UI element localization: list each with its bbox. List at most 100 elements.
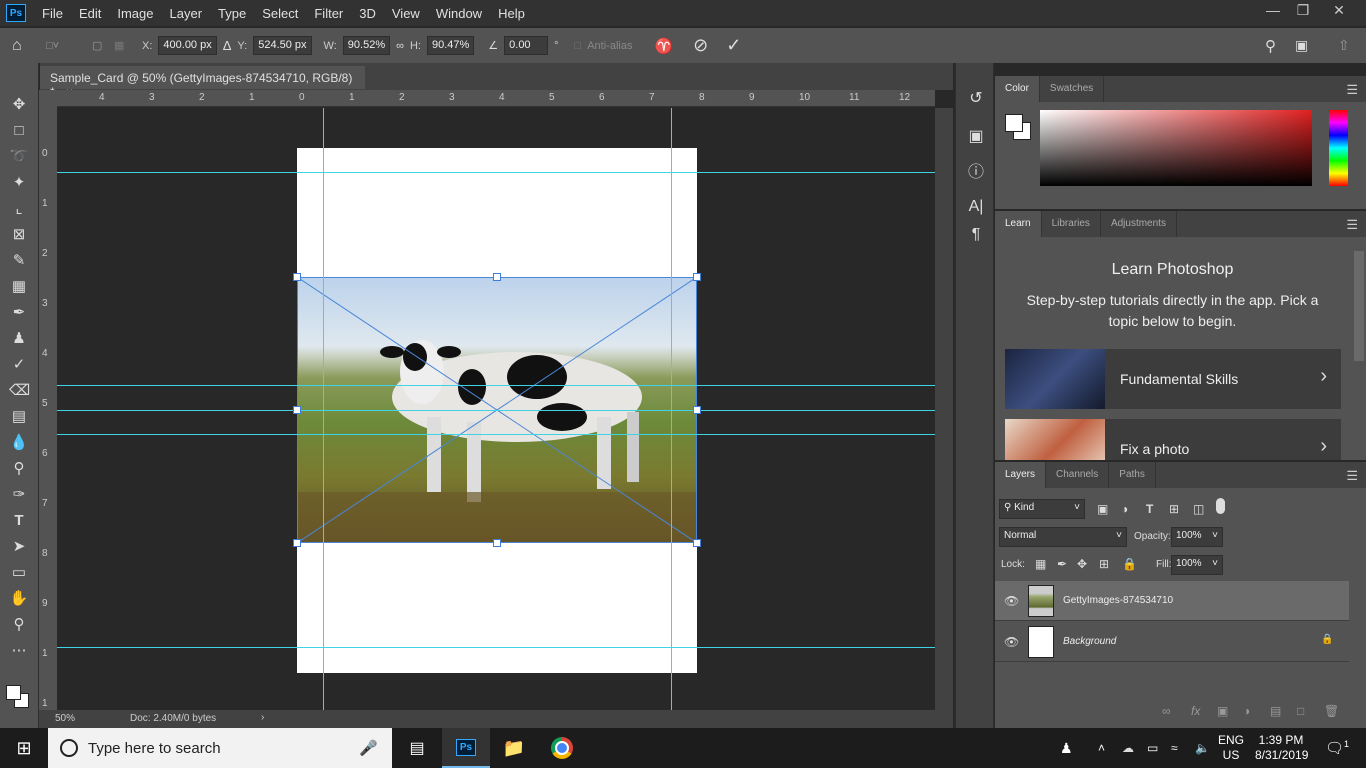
wifi-icon[interactable]: ≈: [1171, 741, 1178, 755]
eyedropper-tool-icon[interactable]: ✎: [9, 251, 29, 271]
commit-transform-icon[interactable]: ✓: [726, 35, 741, 56]
menu-file[interactable]: File: [34, 6, 71, 21]
antialias-checkbox[interactable]: □: [575, 40, 582, 52]
tab-channels[interactable]: Channels: [1046, 462, 1110, 488]
hue-slider[interactable]: [1329, 110, 1348, 186]
clone-stamp-tool-icon[interactable]: ♟: [9, 329, 29, 349]
foreground-color[interactable]: [1005, 114, 1023, 132]
status-expand-icon[interactable]: ›: [261, 712, 264, 723]
angle-field[interactable]: 0.00: [504, 36, 549, 55]
menu-help[interactable]: Help: [490, 6, 533, 21]
menu-select[interactable]: Select: [254, 6, 306, 21]
blur-tool-icon[interactable]: 💧: [9, 433, 29, 453]
language-indicator[interactable]: ENG US: [1218, 733, 1244, 763]
tab-adjustments[interactable]: Adjustments: [1101, 211, 1177, 237]
transform-handle[interactable]: [693, 406, 701, 414]
filter-type-icon[interactable]: T: [1146, 502, 1153, 516]
filter-toggle[interactable]: [1216, 498, 1225, 514]
guide[interactable]: [671, 108, 672, 710]
lasso-tool-icon[interactable]: ➰: [9, 147, 29, 167]
home-icon[interactable]: ⌂: [12, 37, 40, 55]
task-view-icon[interactable]: ▤: [392, 738, 442, 758]
microphone-icon[interactable]: 🎤: [359, 739, 378, 757]
guide[interactable]: [57, 647, 935, 648]
document-tab[interactable]: Sample_Card @ 50% (GettyImages-874534710…: [40, 66, 365, 99]
guide[interactable]: [57, 410, 935, 411]
crop-tool-icon[interactable]: ⌞: [9, 199, 29, 219]
gradient-tool-icon[interactable]: ▤: [9, 407, 29, 427]
guide[interactable]: [323, 108, 324, 710]
visibility-eye-icon[interactable]: 👁: [1004, 635, 1019, 649]
frame-tool-icon[interactable]: ⊠: [9, 225, 29, 245]
reference-point-toggle[interactable]: ▢: [92, 39, 108, 52]
canvas-area[interactable]: [57, 108, 935, 710]
tab-learn[interactable]: Learn: [995, 211, 1042, 237]
new-layer-icon[interactable]: □: [1297, 704, 1304, 718]
menu-edit[interactable]: Edit: [71, 6, 109, 21]
taskbar-search[interactable]: Type here to search 🎤: [48, 728, 392, 768]
blend-mode-select[interactable]: Normal ˅: [999, 527, 1127, 547]
brush-tool-icon[interactable]: ✒: [9, 303, 29, 323]
guide[interactable]: [57, 434, 935, 435]
vertical-scrollbar[interactable]: [935, 108, 953, 710]
filter-pixel-icon[interactable]: ▣: [1097, 502, 1108, 516]
healing-brush-tool-icon[interactable]: ▦: [9, 277, 29, 297]
filter-smart-object-icon[interactable]: ◫: [1193, 502, 1204, 516]
layer-row-gettyimages[interactable]: 👁 GettyImages-874534710: [995, 581, 1349, 621]
link-layers-icon[interactable]: ∞: [1162, 704, 1171, 718]
history-icon[interactable]: ↺: [966, 88, 986, 108]
people-icon[interactable]: ♟: [1060, 740, 1073, 757]
transform-handle[interactable]: [493, 539, 501, 547]
width-field[interactable]: 90.52%: [342, 36, 391, 55]
rectangle-tool-icon[interactable]: ▭: [9, 563, 29, 583]
tutorial-card-fundamental-skills[interactable]: Fundamental Skills ›: [1005, 349, 1341, 409]
reference-grid-icon[interactable]: ▦: [114, 39, 136, 52]
lock-artboard-icon[interactable]: ⊞: [1099, 557, 1109, 571]
menu-filter[interactable]: Filter: [306, 6, 351, 21]
cancel-transform-icon[interactable]: ⊘: [693, 35, 708, 56]
warp-icon[interactable]: ♈: [654, 37, 673, 55]
visibility-eye-icon[interactable]: 👁: [1004, 594, 1019, 608]
info-icon[interactable]: ⓘ: [966, 158, 986, 182]
transform-handle[interactable]: [493, 273, 501, 281]
taskbar-file-explorer[interactable]: 📁: [490, 738, 538, 759]
volume-icon[interactable]: 🔈: [1195, 741, 1210, 755]
lock-transparent-icon[interactable]: ▦: [1035, 557, 1046, 571]
share-icon[interactable]: ⇧: [1338, 37, 1350, 54]
transform-handle[interactable]: [693, 273, 701, 281]
transform-preset-icon[interactable]: □˅: [46, 40, 86, 52]
foreground-color-swatch[interactable]: [6, 685, 21, 700]
history-brush-tool-icon[interactable]: ✓: [9, 355, 29, 375]
marquee-tool-icon[interactable]: □: [9, 121, 29, 141]
zoom-level[interactable]: 50%: [55, 713, 75, 724]
link-icon[interactable]: ∞: [396, 40, 404, 52]
tab-layers[interactable]: Layers: [995, 462, 1047, 488]
pen-tool-icon[interactable]: ✑: [9, 485, 29, 505]
zoom-tool-icon[interactable]: ⚲: [9, 615, 29, 635]
eraser-tool-icon[interactable]: ⌫: [9, 381, 30, 401]
move-tool-icon[interactable]: ✥: [9, 95, 29, 115]
paragraph-icon[interactable]: ¶: [966, 226, 986, 244]
menu-layer[interactable]: Layer: [162, 6, 211, 21]
learn-scrollbar[interactable]: [1354, 251, 1364, 361]
guide[interactable]: [57, 172, 935, 173]
search-icon[interactable]: ⚲: [1265, 37, 1276, 55]
menu-image[interactable]: Image: [109, 6, 161, 21]
transform-handle[interactable]: [293, 539, 301, 547]
filter-shape-icon[interactable]: ⊞: [1169, 502, 1179, 516]
hand-tool-icon[interactable]: ✋: [9, 589, 29, 609]
tab-paths[interactable]: Paths: [1109, 462, 1156, 488]
menu-view[interactable]: View: [384, 6, 428, 21]
battery-icon[interactable]: ▭: [1147, 741, 1158, 755]
taskbar-chrome[interactable]: [538, 737, 586, 759]
guide[interactable]: [57, 385, 935, 386]
x-field[interactable]: 400.00 px: [158, 36, 217, 55]
workspace-icon[interactable]: ▣: [1295, 37, 1308, 54]
menu-3d[interactable]: 3D: [351, 6, 384, 21]
3d-icon[interactable]: ▣: [966, 126, 986, 146]
dodge-tool-icon[interactable]: ⚲: [9, 459, 29, 479]
notifications-icon[interactable]: 🗨1: [1325, 739, 1349, 757]
lock-image-icon[interactable]: ✒: [1057, 557, 1067, 571]
restore-button[interactable]: ❐: [1288, 2, 1318, 19]
y-field[interactable]: 524.50 px: [253, 36, 312, 55]
